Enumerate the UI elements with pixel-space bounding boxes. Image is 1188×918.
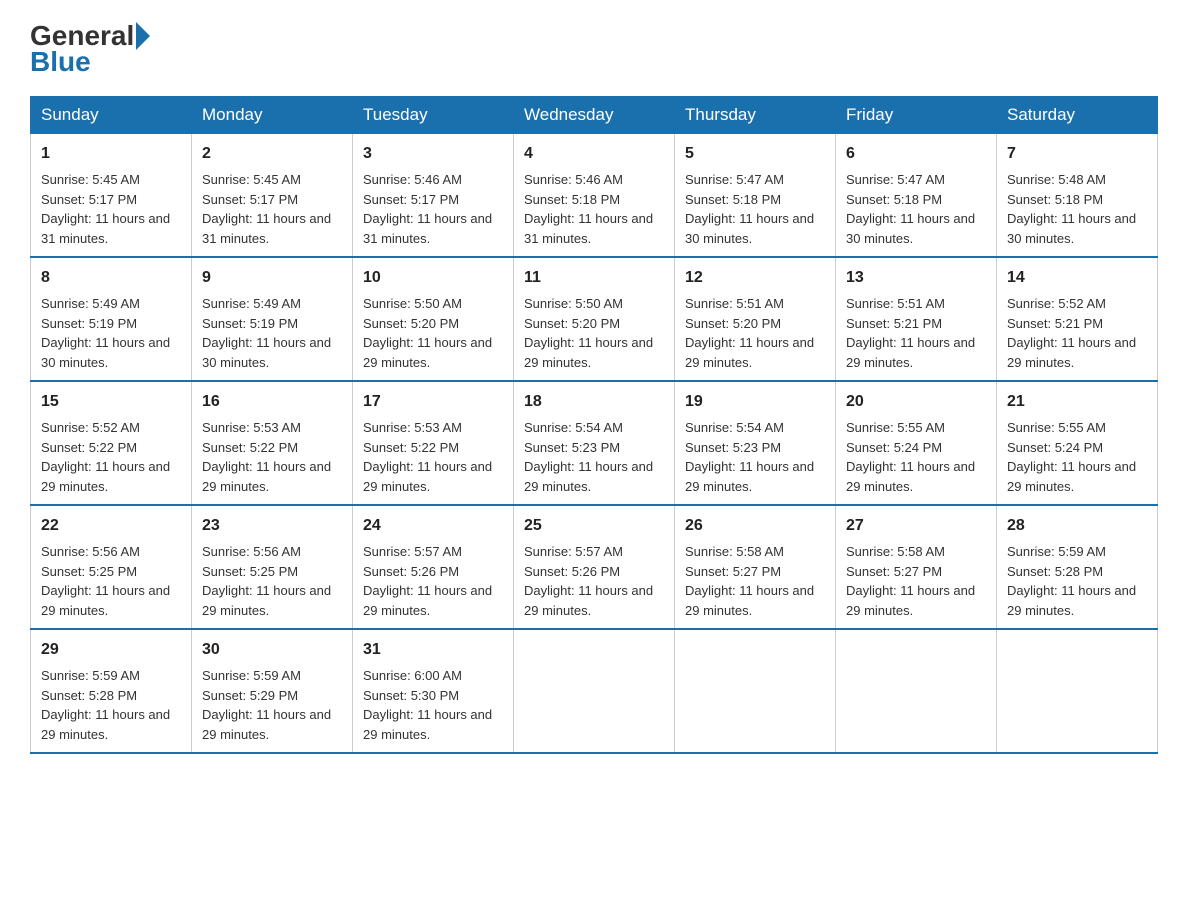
calendar-cell: 23Sunrise: 5:56 AMSunset: 5:25 PMDayligh… (192, 505, 353, 629)
day-number: 10 (363, 266, 503, 290)
calendar-cell: 21Sunrise: 5:55 AMSunset: 5:24 PMDayligh… (997, 381, 1158, 505)
calendar-cell: 25Sunrise: 5:57 AMSunset: 5:26 PMDayligh… (514, 505, 675, 629)
day-number: 11 (524, 266, 664, 290)
calendar-week-row-5: 29Sunrise: 5:59 AMSunset: 5:28 PMDayligh… (31, 629, 1158, 753)
calendar-cell: 3Sunrise: 5:46 AMSunset: 5:17 PMDaylight… (353, 134, 514, 258)
day-number: 29 (41, 638, 181, 662)
calendar-cell: 13Sunrise: 5:51 AMSunset: 5:21 PMDayligh… (836, 257, 997, 381)
day-number: 6 (846, 142, 986, 166)
calendar-cell (514, 629, 675, 753)
calendar-cell: 26Sunrise: 5:58 AMSunset: 5:27 PMDayligh… (675, 505, 836, 629)
calendar-cell (836, 629, 997, 753)
calendar-cell: 8Sunrise: 5:49 AMSunset: 5:19 PMDaylight… (31, 257, 192, 381)
calendar-header-monday: Monday (192, 97, 353, 134)
calendar-week-row-2: 8Sunrise: 5:49 AMSunset: 5:19 PMDaylight… (31, 257, 1158, 381)
calendar-cell: 17Sunrise: 5:53 AMSunset: 5:22 PMDayligh… (353, 381, 514, 505)
day-number: 3 (363, 142, 503, 166)
calendar-cell: 12Sunrise: 5:51 AMSunset: 5:20 PMDayligh… (675, 257, 836, 381)
day-number: 16 (202, 390, 342, 414)
calendar-cell: 11Sunrise: 5:50 AMSunset: 5:20 PMDayligh… (514, 257, 675, 381)
day-number: 19 (685, 390, 825, 414)
calendar-cell: 10Sunrise: 5:50 AMSunset: 5:20 PMDayligh… (353, 257, 514, 381)
calendar-cell: 22Sunrise: 5:56 AMSunset: 5:25 PMDayligh… (31, 505, 192, 629)
day-number: 22 (41, 514, 181, 538)
calendar-cell: 7Sunrise: 5:48 AMSunset: 5:18 PMDaylight… (997, 134, 1158, 258)
day-number: 23 (202, 514, 342, 538)
day-number: 28 (1007, 514, 1147, 538)
calendar-cell (675, 629, 836, 753)
day-number: 17 (363, 390, 503, 414)
calendar-cell: 20Sunrise: 5:55 AMSunset: 5:24 PMDayligh… (836, 381, 997, 505)
day-number: 1 (41, 142, 181, 166)
day-number: 14 (1007, 266, 1147, 290)
day-number: 26 (685, 514, 825, 538)
calendar-header-saturday: Saturday (997, 97, 1158, 134)
calendar-cell: 24Sunrise: 5:57 AMSunset: 5:26 PMDayligh… (353, 505, 514, 629)
calendar-week-row-3: 15Sunrise: 5:52 AMSunset: 5:22 PMDayligh… (31, 381, 1158, 505)
calendar-week-row-1: 1Sunrise: 5:45 AMSunset: 5:17 PMDaylight… (31, 134, 1158, 258)
calendar-header-friday: Friday (836, 97, 997, 134)
calendar-cell: 2Sunrise: 5:45 AMSunset: 5:17 PMDaylight… (192, 134, 353, 258)
calendar-cell: 1Sunrise: 5:45 AMSunset: 5:17 PMDaylight… (31, 134, 192, 258)
day-number: 9 (202, 266, 342, 290)
day-number: 18 (524, 390, 664, 414)
calendar-cell: 19Sunrise: 5:54 AMSunset: 5:23 PMDayligh… (675, 381, 836, 505)
calendar-cell: 30Sunrise: 5:59 AMSunset: 5:29 PMDayligh… (192, 629, 353, 753)
calendar-cell: 5Sunrise: 5:47 AMSunset: 5:18 PMDaylight… (675, 134, 836, 258)
calendar-cell: 9Sunrise: 5:49 AMSunset: 5:19 PMDaylight… (192, 257, 353, 381)
day-number: 2 (202, 142, 342, 166)
day-number: 4 (524, 142, 664, 166)
day-number: 8 (41, 266, 181, 290)
day-number: 5 (685, 142, 825, 166)
day-number: 24 (363, 514, 503, 538)
day-number: 27 (846, 514, 986, 538)
day-number: 12 (685, 266, 825, 290)
calendar-cell: 4Sunrise: 5:46 AMSunset: 5:18 PMDaylight… (514, 134, 675, 258)
calendar-cell: 16Sunrise: 5:53 AMSunset: 5:22 PMDayligh… (192, 381, 353, 505)
calendar-cell: 6Sunrise: 5:47 AMSunset: 5:18 PMDaylight… (836, 134, 997, 258)
day-number: 7 (1007, 142, 1147, 166)
logo: General Blue (30, 20, 152, 78)
calendar-header-sunday: Sunday (31, 97, 192, 134)
day-number: 21 (1007, 390, 1147, 414)
calendar-week-row-4: 22Sunrise: 5:56 AMSunset: 5:25 PMDayligh… (31, 505, 1158, 629)
calendar-header-thursday: Thursday (675, 97, 836, 134)
calendar-cell: 27Sunrise: 5:58 AMSunset: 5:27 PMDayligh… (836, 505, 997, 629)
calendar-table: SundayMondayTuesdayWednesdayThursdayFrid… (30, 96, 1158, 754)
calendar-cell: 18Sunrise: 5:54 AMSunset: 5:23 PMDayligh… (514, 381, 675, 505)
day-number: 15 (41, 390, 181, 414)
calendar-header-row: SundayMondayTuesdayWednesdayThursdayFrid… (31, 97, 1158, 134)
logo-blue-text: Blue (30, 46, 91, 77)
day-number: 31 (363, 638, 503, 662)
day-number: 20 (846, 390, 986, 414)
day-number: 13 (846, 266, 986, 290)
calendar-cell: 31Sunrise: 6:00 AMSunset: 5:30 PMDayligh… (353, 629, 514, 753)
calendar-header-wednesday: Wednesday (514, 97, 675, 134)
day-number: 30 (202, 638, 342, 662)
calendar-cell: 28Sunrise: 5:59 AMSunset: 5:28 PMDayligh… (997, 505, 1158, 629)
page-header: General Blue (30, 20, 1158, 78)
calendar-cell: 15Sunrise: 5:52 AMSunset: 5:22 PMDayligh… (31, 381, 192, 505)
calendar-cell: 29Sunrise: 5:59 AMSunset: 5:28 PMDayligh… (31, 629, 192, 753)
calendar-header-tuesday: Tuesday (353, 97, 514, 134)
calendar-cell (997, 629, 1158, 753)
day-number: 25 (524, 514, 664, 538)
calendar-cell: 14Sunrise: 5:52 AMSunset: 5:21 PMDayligh… (997, 257, 1158, 381)
logo-arrow-icon (136, 22, 150, 50)
